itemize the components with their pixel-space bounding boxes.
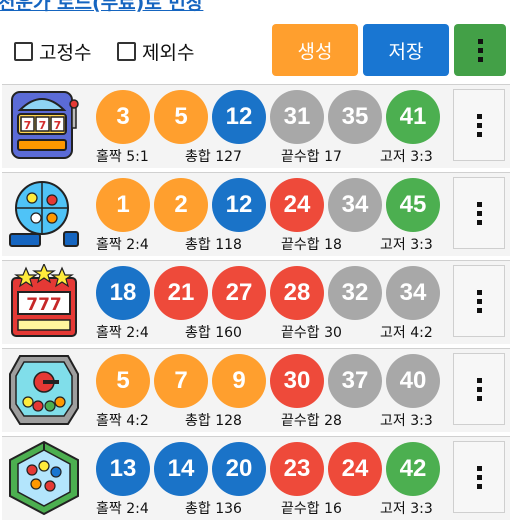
number-ball: 30 bbox=[270, 354, 324, 408]
svg-text:7: 7 bbox=[39, 119, 47, 132]
high-low-stat: 고저 4:2 bbox=[380, 325, 433, 341]
sum-stat: 총합 118 bbox=[185, 237, 242, 253]
number-ball: 40 bbox=[386, 354, 440, 408]
title-bar: 천운가 로드(무료)로 번창 bbox=[0, 0, 512, 14]
more-vertical-icon bbox=[476, 465, 482, 489]
number-ball: 23 bbox=[270, 442, 324, 496]
number-ball: 3 bbox=[96, 90, 150, 144]
more-vertical-icon bbox=[476, 289, 482, 313]
number-ball: 45 bbox=[386, 178, 440, 232]
list-item: 5 7 9 30 37 40 홀짝 4:2 총합 128 끝수합 28 고저 3… bbox=[2, 348, 510, 432]
jackpot-777-icon: 777 bbox=[6, 262, 82, 340]
end-sum-stat: 끝수합 17 bbox=[281, 149, 342, 165]
odd-even-stat: 홀짝 4:2 bbox=[96, 413, 149, 429]
row-menu-button[interactable] bbox=[453, 353, 505, 425]
sum-stat: 총합 127 bbox=[185, 149, 242, 165]
number-ball: 20 bbox=[212, 442, 266, 496]
app-title: 천운가 로드(무료)로 번창 bbox=[0, 0, 204, 14]
end-sum-stat: 끝수합 30 bbox=[281, 325, 342, 341]
slot-machine-icon: 7 7 7 bbox=[6, 88, 82, 164]
row-menu-button[interactable] bbox=[453, 89, 505, 161]
number-ball: 12 bbox=[212, 90, 266, 144]
lottery-machine-icon bbox=[6, 352, 82, 428]
odd-even-stat: 홀짝 2:4 bbox=[96, 325, 149, 341]
number-ball: 42 bbox=[386, 442, 440, 496]
number-ball: 35 bbox=[328, 90, 382, 144]
number-ball: 37 bbox=[328, 354, 382, 408]
list-item: 7 7 7 3 5 12 31 35 41 홀짝 5:1 총합 127 끝수합 … bbox=[2, 84, 510, 168]
checkbox-icon[interactable] bbox=[14, 41, 33, 61]
number-ball: 21 bbox=[154, 266, 208, 320]
number-ball: 13 bbox=[96, 442, 150, 496]
number-ball: 34 bbox=[386, 266, 440, 320]
number-ball: 14 bbox=[154, 442, 208, 496]
high-low-stat: 고저 3:3 bbox=[380, 501, 433, 517]
number-ball: 7 bbox=[154, 354, 208, 408]
number-ball: 5 bbox=[154, 90, 208, 144]
number-list: 7 7 7 3 5 12 31 35 41 홀짝 5:1 총합 127 끝수합 … bbox=[2, 84, 510, 524]
generate-button[interactable]: 생성 bbox=[272, 24, 358, 76]
more-vertical-icon bbox=[476, 201, 482, 225]
sum-stat: 총합 160 bbox=[185, 325, 242, 341]
number-ball: 41 bbox=[386, 90, 440, 144]
row-menu-button[interactable] bbox=[453, 441, 505, 513]
end-sum-stat: 끝수합 16 bbox=[281, 501, 342, 517]
svg-text:7: 7 bbox=[24, 119, 32, 132]
number-ball: 24 bbox=[270, 178, 324, 232]
row-menu-button[interactable] bbox=[453, 177, 505, 249]
number-ball: 32 bbox=[328, 266, 382, 320]
checkbox-icon[interactable] bbox=[117, 41, 136, 61]
high-low-stat: 고저 3:3 bbox=[380, 413, 433, 429]
list-item: 1 2 12 24 34 45 홀짝 2:4 총합 118 끝수합 18 고저 … bbox=[2, 172, 510, 256]
number-ball: 2 bbox=[154, 178, 208, 232]
number-ball: 28 bbox=[270, 266, 324, 320]
exclude-number-checkbox[interactable]: 제외수 bbox=[117, 39, 195, 64]
more-menu-button[interactable] bbox=[454, 24, 506, 76]
number-ball: 1 bbox=[96, 178, 150, 232]
high-low-stat: 고저 3:3 bbox=[380, 237, 433, 253]
lottery-drum-icon bbox=[6, 176, 82, 252]
more-vertical-icon bbox=[476, 113, 482, 137]
number-ball: 5 bbox=[96, 354, 150, 408]
row-menu-button[interactable] bbox=[453, 265, 505, 337]
odd-even-stat: 홀짝 2:4 bbox=[96, 501, 149, 517]
end-sum-stat: 끝수합 18 bbox=[281, 237, 342, 253]
number-ball: 34 bbox=[328, 178, 382, 232]
sum-stat: 총합 128 bbox=[185, 413, 242, 429]
number-ball: 9 bbox=[212, 354, 266, 408]
svg-text:7: 7 bbox=[54, 119, 62, 132]
more-vertical-icon bbox=[476, 377, 482, 401]
high-low-stat: 고저 3:3 bbox=[380, 149, 433, 165]
number-ball: 31 bbox=[270, 90, 324, 144]
number-ball: 12 bbox=[212, 178, 266, 232]
toolbar: 고정수 제외수 생성 저장 bbox=[0, 22, 512, 78]
svg-text:777: 777 bbox=[26, 295, 62, 315]
number-ball: 24 bbox=[328, 442, 382, 496]
fixed-number-label: 고정수 bbox=[39, 41, 92, 64]
fixed-number-checkbox[interactable]: 고정수 bbox=[14, 39, 92, 64]
sum-stat: 총합 136 bbox=[185, 501, 242, 517]
number-ball: 18 bbox=[96, 266, 150, 320]
list-item: 777 18 21 27 28 32 34 홀짝 2:4 총합 160 끝수합 … bbox=[2, 260, 510, 344]
odd-even-stat: 홀짝 5:1 bbox=[96, 149, 149, 165]
ball-box-icon bbox=[6, 440, 82, 516]
number-ball: 27 bbox=[212, 266, 266, 320]
save-button[interactable]: 저장 bbox=[363, 24, 449, 76]
more-vertical-icon bbox=[477, 38, 483, 62]
exclude-number-label: 제외수 bbox=[142, 41, 195, 64]
odd-even-stat: 홀짝 2:4 bbox=[96, 237, 149, 253]
list-item: 13 14 20 23 24 42 홀짝 2:4 총합 136 끝수합 16 고… bbox=[2, 436, 510, 520]
end-sum-stat: 끝수합 28 bbox=[281, 413, 342, 429]
